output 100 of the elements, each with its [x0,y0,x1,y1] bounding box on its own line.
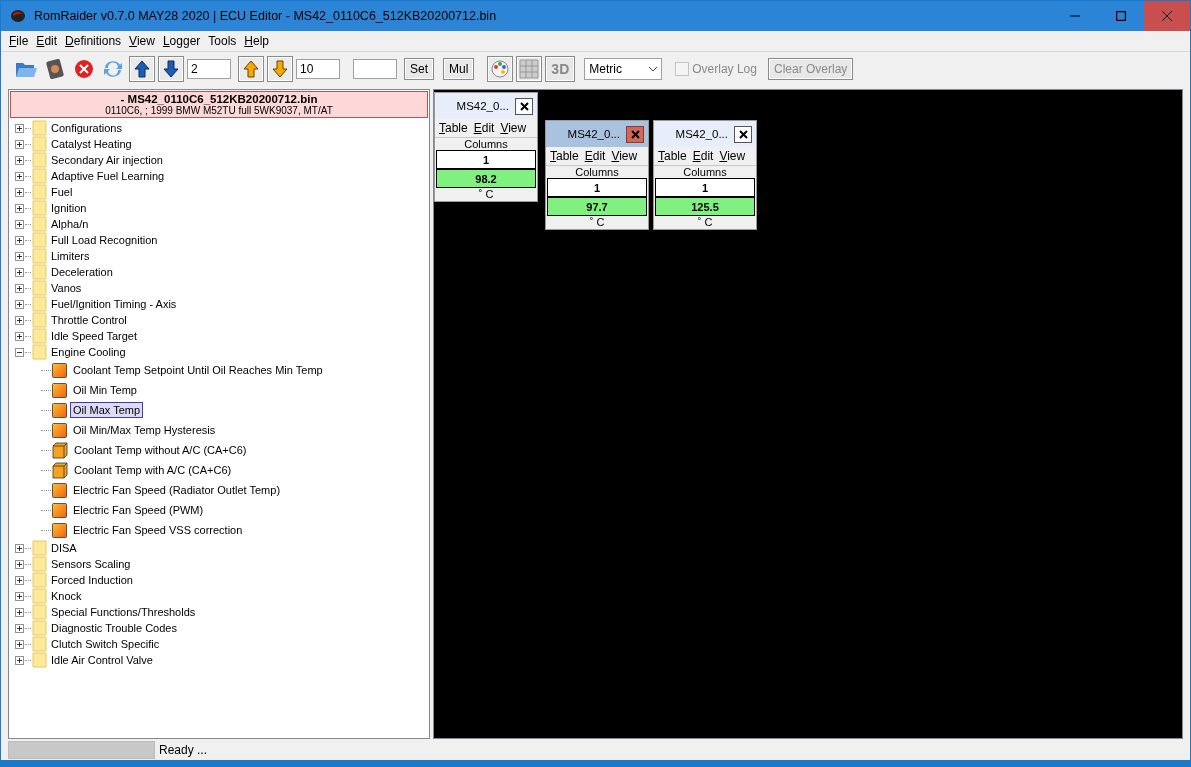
coarse-increment-field[interactable]: 2 [187,59,231,79]
fine-decrement-button[interactable] [267,56,293,82]
expand-icon[interactable] [15,123,24,133]
set-button[interactable]: Set [404,58,434,80]
folder-icon [32,588,47,604]
expand-icon[interactable] [15,331,24,341]
menu-item[interactable]: Logger [158,34,205,48]
units-dropdown[interactable]: Metric [584,58,663,80]
expand-icon[interactable] [15,623,24,633]
menu-item[interactable]: Table [439,121,468,135]
increment-button[interactable] [129,56,155,82]
expand-icon[interactable] [15,591,24,601]
tree-folder[interactable]: Throttle Control [48,312,130,328]
tree-folder[interactable]: Limiters [48,248,93,264]
expand-icon[interactable] [15,559,24,569]
tree-folder[interactable]: Deceleration [48,264,116,280]
expand-icon[interactable] [15,655,24,665]
menu-item[interactable]: Tools [204,34,241,48]
rom-header[interactable]: - MS42_0110C6_512KB20200712.bin 0110C6, ; 1999 BMW M52TU full 5WK9037, MT/AT [10,91,428,118]
expand-icon[interactable] [15,187,24,197]
tree-folder[interactable]: Vanos [48,280,85,296]
tree-folder[interactable]: Adaptive Fuel Learning [48,168,168,184]
expand-icon[interactable] [15,171,24,181]
expand-icon[interactable] [15,219,24,229]
tree-table-item[interactable]: Coolant Temp without A/C (CA+C6) [71,442,250,458]
expand-icon[interactable] [15,235,24,245]
grid-button[interactable] [516,56,543,82]
tree-table-item[interactable]: Coolant Temp with A/C (CA+C6) [71,462,235,478]
expand-icon[interactable] [15,251,24,261]
value-cell[interactable]: 98.2 [436,169,536,188]
tree-folder[interactable]: Full Load Recognition [48,232,161,248]
tree-folder[interactable]: Fuel [48,184,76,200]
tree-folder[interactable]: Special Functions/Thresholds [48,604,199,620]
menu-item[interactable]: File [5,34,33,48]
expand-icon[interactable] [15,139,24,149]
tree-folder[interactable]: Knock [48,588,85,604]
tree-folder[interactable]: Catalyst Heating [48,136,135,152]
folder-icon [32,280,47,296]
tree-folder[interactable]: Secondary Air injection [48,152,166,168]
fine-increment-button[interactable] [238,56,264,82]
menu-item[interactable]: View [719,149,746,163]
unit-label: ˚ C [588,216,606,228]
tree-folder[interactable]: Idle Air Control Valve [48,652,156,668]
close-button[interactable] [734,125,752,143]
tree-folder[interactable]: Configurations [48,120,125,136]
tree-table-item[interactable]: Oil Max Temp [70,402,144,418]
expand-icon[interactable] [15,155,24,165]
close-icon [630,129,640,139]
menu-item[interactable]: Edit [584,149,606,163]
tree-folder[interactable]: Idle Speed Target [48,328,141,344]
tree-folder[interactable]: Ignition [48,200,90,216]
collapse-icon[interactable] [15,347,24,357]
menu-item[interactable]: Help [240,34,273,48]
menu-item[interactable]: View [125,34,159,48]
tree-folder[interactable]: Alpha/n [48,216,92,232]
expand-icon[interactable] [15,607,24,617]
tree-folder[interactable]: DISA [48,540,80,556]
tree-folder[interactable]: Fuel/Ignition Timing - Axis [48,296,180,312]
table-window[interactable]: MS42_0... Table Edit View Columns 1 125.5 ˚ C [653,120,757,230]
fine-increment-field[interactable]: 10 [296,59,340,79]
menu-item[interactable]: Edit [473,121,495,135]
square-icon [52,402,67,418]
menu-item[interactable]: Table [658,149,687,163]
menu-item[interactable]: View [500,121,527,135]
color-palette-button[interactable] [487,56,514,82]
close-button[interactable] [626,125,644,143]
tree-table-item[interactable]: Electric Fan Speed VSS correction [70,522,246,538]
tree-folder[interactable]: Forced Induction [48,572,136,588]
tree-table-item[interactable]: Oil Min/Max Temp Hysteresis [70,422,219,438]
expand-icon[interactable] [15,315,24,325]
expand-icon[interactable] [15,283,24,293]
decrement-button[interactable] [158,56,184,82]
table-window[interactable]: MS42_0... Table Edit View Columns 1 97.7 ˚ C [545,120,649,230]
menu-item[interactable]: Edit [692,149,714,163]
expand-icon[interactable] [15,299,24,309]
tree-table-item[interactable]: Electric Fan Speed (PWM) [70,502,207,518]
expand-icon[interactable] [15,639,24,649]
tree-folder[interactable]: Engine Cooling [48,344,129,360]
close-button[interactable] [515,97,533,115]
multiply-button[interactable]: Mul [443,58,475,80]
set-value-field[interactable] [353,59,397,79]
tree-table-item[interactable]: Electric Fan Speed (Radiator Outlet Temp) [70,482,284,498]
tree-table-item[interactable]: Coolant Temp Setpoint Until Oil Reaches Min Temp [70,362,326,378]
tree-folder[interactable]: Clutch Switch Specific [48,636,163,652]
table-window[interactable]: MS42_0... Table Edit View Columns 1 98.2 ˚ C [434,92,538,202]
expand-icon[interactable] [15,575,24,585]
folder-icon [32,312,47,328]
expand-icon[interactable] [15,267,24,277]
menu-item[interactable]: Edit [32,34,62,48]
menu-item[interactable]: Table [550,149,579,163]
value-cell[interactable]: 97.7 [547,197,647,216]
expand-icon[interactable] [15,203,24,213]
menu-item[interactable]: View [611,149,638,163]
tree-table-item[interactable]: Oil Min Temp [70,382,140,398]
menu-item[interactable]: Definitions [61,34,126,48]
value-cell[interactable]: 125.5 [655,197,755,216]
expand-icon[interactable] [15,543,24,553]
tree-folder[interactable]: Diagnostic Trouble Codes [48,620,180,636]
tree-folder[interactable]: Sensors Scaling [48,556,134,572]
axis-label: Columns [463,138,509,150]
